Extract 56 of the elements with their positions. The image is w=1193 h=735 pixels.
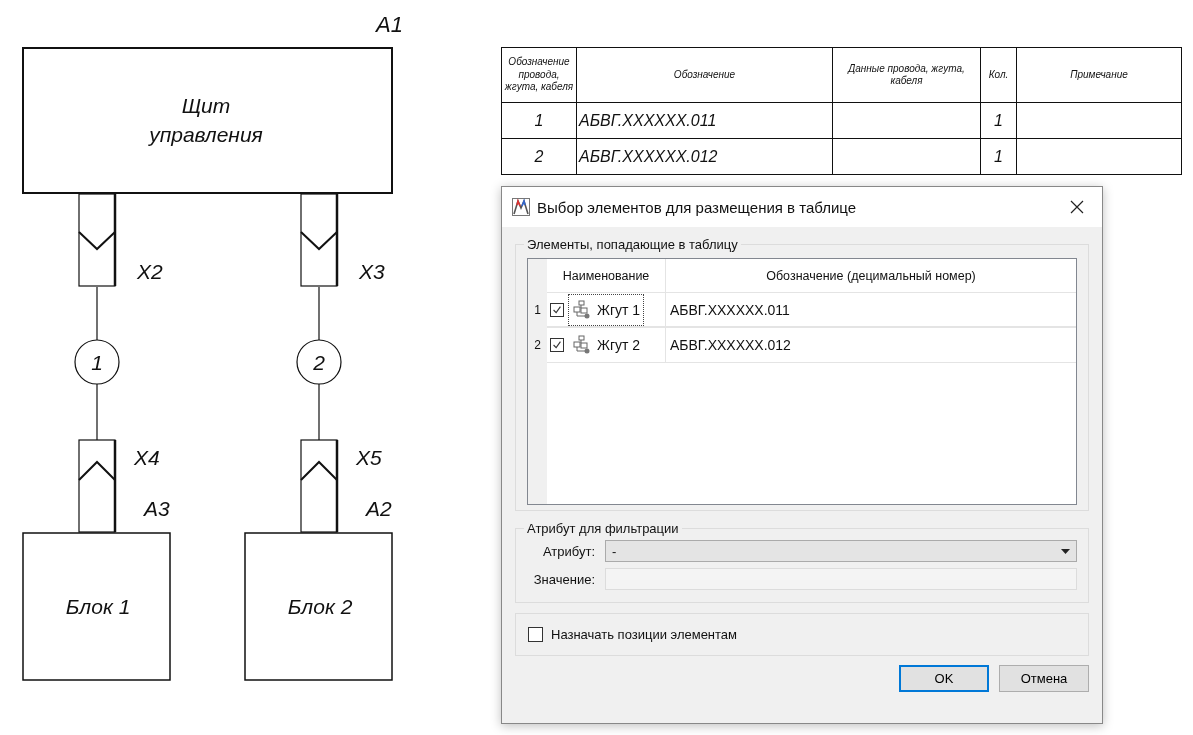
column-header: Обозначение провода, жгута, кабеля xyxy=(501,47,577,103)
wire-line xyxy=(318,286,320,341)
column-header: Данные провода, жгута, кабеля xyxy=(832,47,981,103)
block-label: Блок 2 xyxy=(287,595,353,618)
wire-line xyxy=(318,383,320,441)
designator-label: A1 xyxy=(376,12,403,37)
dialog-button[interactable]: OK xyxy=(899,665,989,692)
column-header: Обозначение xyxy=(576,47,833,103)
wire-line xyxy=(96,286,98,341)
block-label: Блок 1 xyxy=(65,595,131,618)
close-icon xyxy=(1070,200,1084,214)
wire-line xyxy=(96,383,98,441)
column-header: Примечание xyxy=(1016,47,1182,103)
harness-icon xyxy=(572,299,592,320)
row-header-gutter xyxy=(528,259,547,292)
table-cell: 1 xyxy=(980,138,1017,175)
connector-label: X5 xyxy=(356,446,382,469)
table-cell: 2 xyxy=(501,138,577,175)
table-cell: АБВГ.XXXXXX.012 xyxy=(666,327,1076,363)
dialog-button[interactable]: Отмена xyxy=(999,665,1089,692)
attribute-dropdown[interactable]: - xyxy=(605,540,1077,562)
element-name[interactable]: Жгут 2 xyxy=(597,337,641,353)
field-label: Значение: xyxy=(532,571,595,587)
column-header: Кол. xyxy=(980,47,1017,103)
group-title: Атрибут для фильтрации xyxy=(526,521,680,536)
app-logo-icon xyxy=(512,198,530,216)
checkbox[interactable] xyxy=(528,627,543,642)
checkbox[interactable] xyxy=(550,338,564,352)
checkbox-label[interactable]: Назначать позиции элементам xyxy=(551,627,738,642)
row-number: 1 xyxy=(528,292,547,327)
group-title: Элементы, попадающие в таблицу xyxy=(526,237,739,252)
column-header[interactable]: Обозначение (децимальный номер) xyxy=(666,259,1076,292)
table-cell: 1 xyxy=(501,102,577,139)
harness-icon xyxy=(572,335,592,355)
connector-label: X4 xyxy=(134,446,160,469)
column-header[interactable]: Наименование xyxy=(547,259,666,292)
position-circle xyxy=(74,339,120,385)
table-cell: АБВГ.XXXXXX.011 xyxy=(576,102,833,139)
table-cell: АБВГ.XXXXXX.011 xyxy=(666,292,1076,327)
row-number: 2 xyxy=(528,327,547,363)
dropdown-arrow-icon xyxy=(1061,548,1070,554)
checkbox[interactable] xyxy=(550,302,564,317)
value-field[interactable] xyxy=(605,568,1077,590)
connector-label: X2 xyxy=(137,260,163,283)
table-cell: АБВГ.XXXXXX.012 xyxy=(576,138,833,175)
position-number: 2 xyxy=(313,351,325,374)
designator-label: A3 xyxy=(144,497,170,520)
window-title: Выбор элементов для размещения в таблице xyxy=(537,198,858,216)
block-label: управления xyxy=(149,123,263,146)
table-cell: 1 xyxy=(980,102,1017,139)
designator-label: A2 xyxy=(366,497,392,520)
block-label: Щит xyxy=(181,94,231,117)
field-label: Атрибут: xyxy=(541,543,595,559)
position-number: 1 xyxy=(91,351,103,374)
position-circle xyxy=(296,339,342,385)
connector-label: X3 xyxy=(359,260,385,283)
